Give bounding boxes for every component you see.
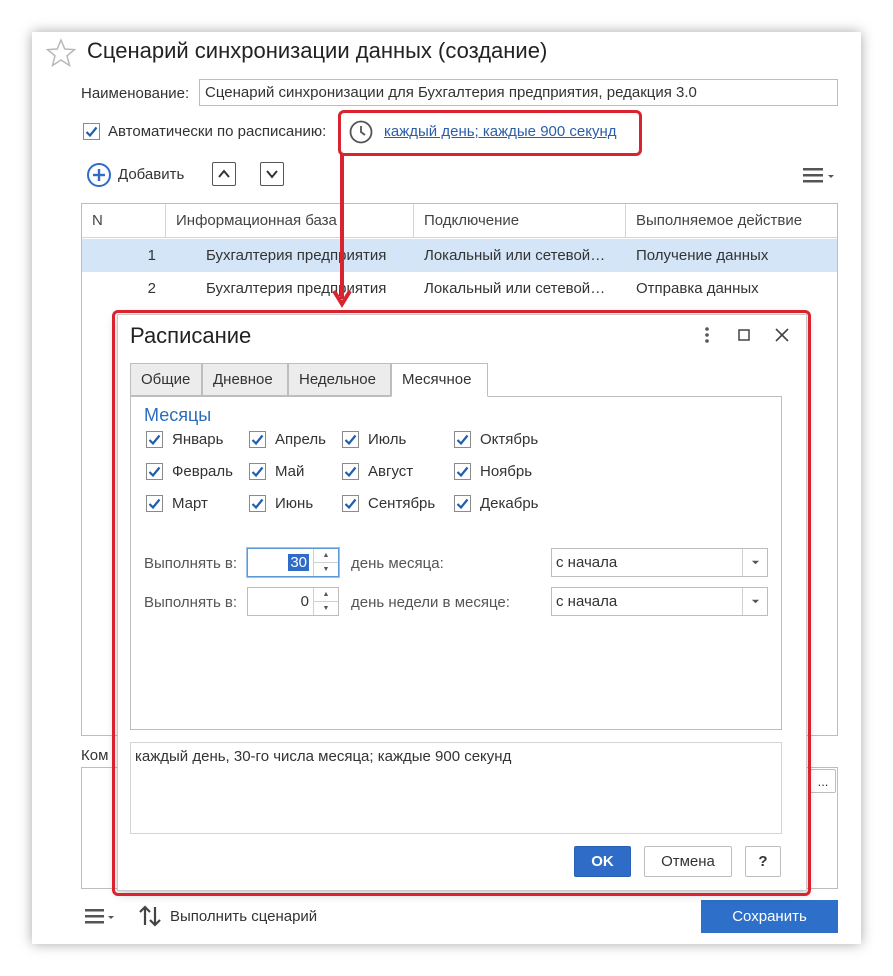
row-action: Отправка данных	[636, 280, 759, 297]
column-header-base[interactable]: Информационная база	[166, 204, 414, 238]
swap-arrows-icon	[139, 905, 161, 927]
column-header-n[interactable]: N	[82, 204, 166, 238]
comment-label: Ком	[81, 747, 109, 764]
footer-menu-icon[interactable]	[84, 906, 118, 926]
table-header: N Информационная база Подключение Выполн…	[82, 204, 837, 238]
window-title: Сценарий синхронизации данных (создание)	[87, 38, 548, 63]
name-label: Наименование:	[81, 85, 190, 102]
add-button[interactable]: Добавить	[118, 166, 184, 183]
row-connection: Локальный или сетевой каталог	[424, 247, 618, 264]
column-header-action[interactable]: Выполняемое действие	[626, 204, 837, 238]
auto-schedule-checkbox[interactable]	[83, 123, 100, 140]
arrow-down-icon	[266, 170, 278, 179]
table-row[interactable]: 1 Бухгалтерия предприятия Локальный или …	[82, 239, 837, 272]
move-down-button[interactable]	[260, 162, 284, 186]
callout-frame-link	[338, 110, 642, 156]
favorite-star-icon[interactable]	[46, 38, 76, 68]
row-base: Бухгалтерия предприятия	[206, 280, 387, 297]
table-row[interactable]: 2 Бухгалтерия предприятия Локальный или …	[82, 272, 837, 305]
callout-frame-dialog	[112, 310, 811, 896]
comment-select-button[interactable]: ...	[810, 769, 836, 793]
column-header-connection[interactable]: Подключение	[414, 204, 626, 238]
row-number: 2	[147, 280, 156, 297]
row-connection: Локальный или сетевой каталог	[424, 280, 618, 297]
row-number: 1	[147, 247, 156, 264]
arrow-up-icon	[218, 169, 230, 178]
row-action: Получение данных	[636, 247, 769, 264]
save-button[interactable]: Сохранить	[701, 900, 838, 933]
checkmark-icon	[85, 126, 98, 138]
move-up-button[interactable]	[212, 162, 236, 186]
callout-arrow-icon	[332, 154, 352, 308]
more-menu-icon[interactable]	[802, 165, 836, 185]
run-scenario-button[interactable]: Выполнить сценарий	[170, 908, 317, 925]
auto-schedule-label: Автоматически по расписанию:	[108, 123, 327, 140]
add-circle-icon[interactable]	[86, 162, 112, 188]
row-base: Бухгалтерия предприятия	[206, 247, 387, 264]
name-input[interactable]: Сценарий синхронизации для Бухгалтерия п…	[199, 79, 838, 106]
